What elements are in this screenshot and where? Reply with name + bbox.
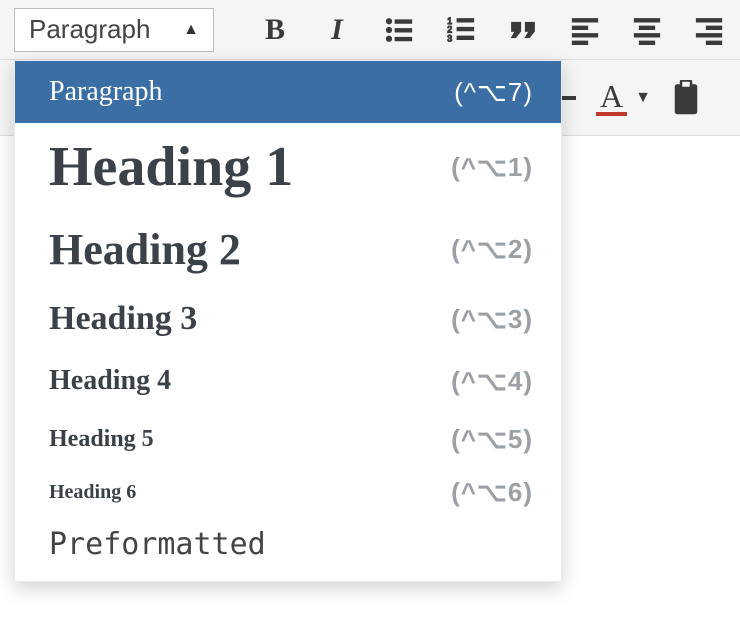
bulleted-list-button[interactable] bbox=[368, 0, 430, 60]
caret-up-icon: ▲ bbox=[183, 21, 199, 39]
format-option-label: Preformatted bbox=[49, 527, 266, 562]
numbered-list-button[interactable]: 1 2 3 bbox=[430, 0, 492, 60]
format-option-label: Heading 6 bbox=[49, 481, 136, 504]
format-option[interactable]: Heading 2 (^⌥2) bbox=[15, 211, 561, 287]
format-option[interactable]: Paragraph (^⌥7) bbox=[15, 61, 561, 123]
italic-button[interactable]: I bbox=[306, 0, 368, 60]
bold-button[interactable]: B bbox=[244, 0, 306, 60]
italic-icon: I bbox=[331, 13, 343, 47]
align-center-button[interactable] bbox=[616, 0, 678, 60]
bold-icon: B bbox=[265, 13, 285, 47]
format-option-shortcut: (^⌥7) bbox=[454, 77, 533, 108]
blockquote-button[interactable] bbox=[492, 0, 554, 60]
format-option[interactable]: Heading 1 (^⌥1) bbox=[15, 123, 561, 211]
format-option-shortcut: (^⌥6) bbox=[451, 477, 533, 508]
format-option-label: Heading 2 bbox=[49, 224, 241, 275]
quote-icon bbox=[508, 15, 538, 45]
clipboard-icon bbox=[671, 80, 701, 116]
format-option-shortcut: (^⌥3) bbox=[451, 304, 533, 335]
format-option-shortcut: (^⌥1) bbox=[451, 152, 533, 183]
format-select[interactable]: Paragraph ▲ bbox=[14, 8, 214, 52]
format-option[interactable]: Heading 6 (^⌥6) bbox=[15, 467, 561, 517]
caret-down-icon: ▼ bbox=[635, 89, 651, 107]
format-option[interactable]: Heading 3 (^⌥3) bbox=[15, 287, 561, 351]
align-right-button[interactable] bbox=[678, 0, 740, 60]
align-left-button[interactable] bbox=[554, 0, 616, 60]
format-option[interactable]: Preformatted bbox=[15, 517, 561, 571]
format-option[interactable]: Heading 4 (^⌥4) bbox=[15, 351, 561, 411]
format-option-label: Paragraph bbox=[49, 76, 163, 108]
format-dropdown: Paragraph (^⌥7) Heading 1 (^⌥1) Heading 2 (^⌥… bbox=[14, 60, 562, 582]
text-color-icon: A bbox=[596, 80, 627, 116]
svg-text:3: 3 bbox=[447, 33, 452, 43]
format-option[interactable]: Heading 5 (^⌥5) bbox=[15, 411, 561, 467]
format-option-label: Heading 4 bbox=[49, 365, 171, 397]
format-option-shortcut: (^⌥2) bbox=[451, 234, 533, 265]
numbered-list-icon: 1 2 3 bbox=[446, 15, 476, 45]
format-select-label: Paragraph bbox=[29, 14, 150, 45]
format-option-label: Heading 1 bbox=[49, 135, 293, 199]
format-option-label: Heading 5 bbox=[49, 426, 154, 453]
align-left-icon bbox=[570, 15, 600, 45]
align-center-icon bbox=[632, 15, 662, 45]
paste-button[interactable] bbox=[671, 80, 701, 116]
bulleted-list-icon bbox=[384, 15, 414, 45]
format-option-shortcut: (^⌥5) bbox=[451, 424, 533, 455]
format-option-label: Heading 3 bbox=[49, 300, 197, 338]
toolbar-row-1: Paragraph ▲ B I 1 2 3 bbox=[0, 0, 740, 60]
align-right-icon bbox=[694, 15, 724, 45]
format-option-shortcut: (^⌥4) bbox=[451, 366, 533, 397]
text-color-button[interactable]: A ▼ bbox=[596, 80, 651, 116]
